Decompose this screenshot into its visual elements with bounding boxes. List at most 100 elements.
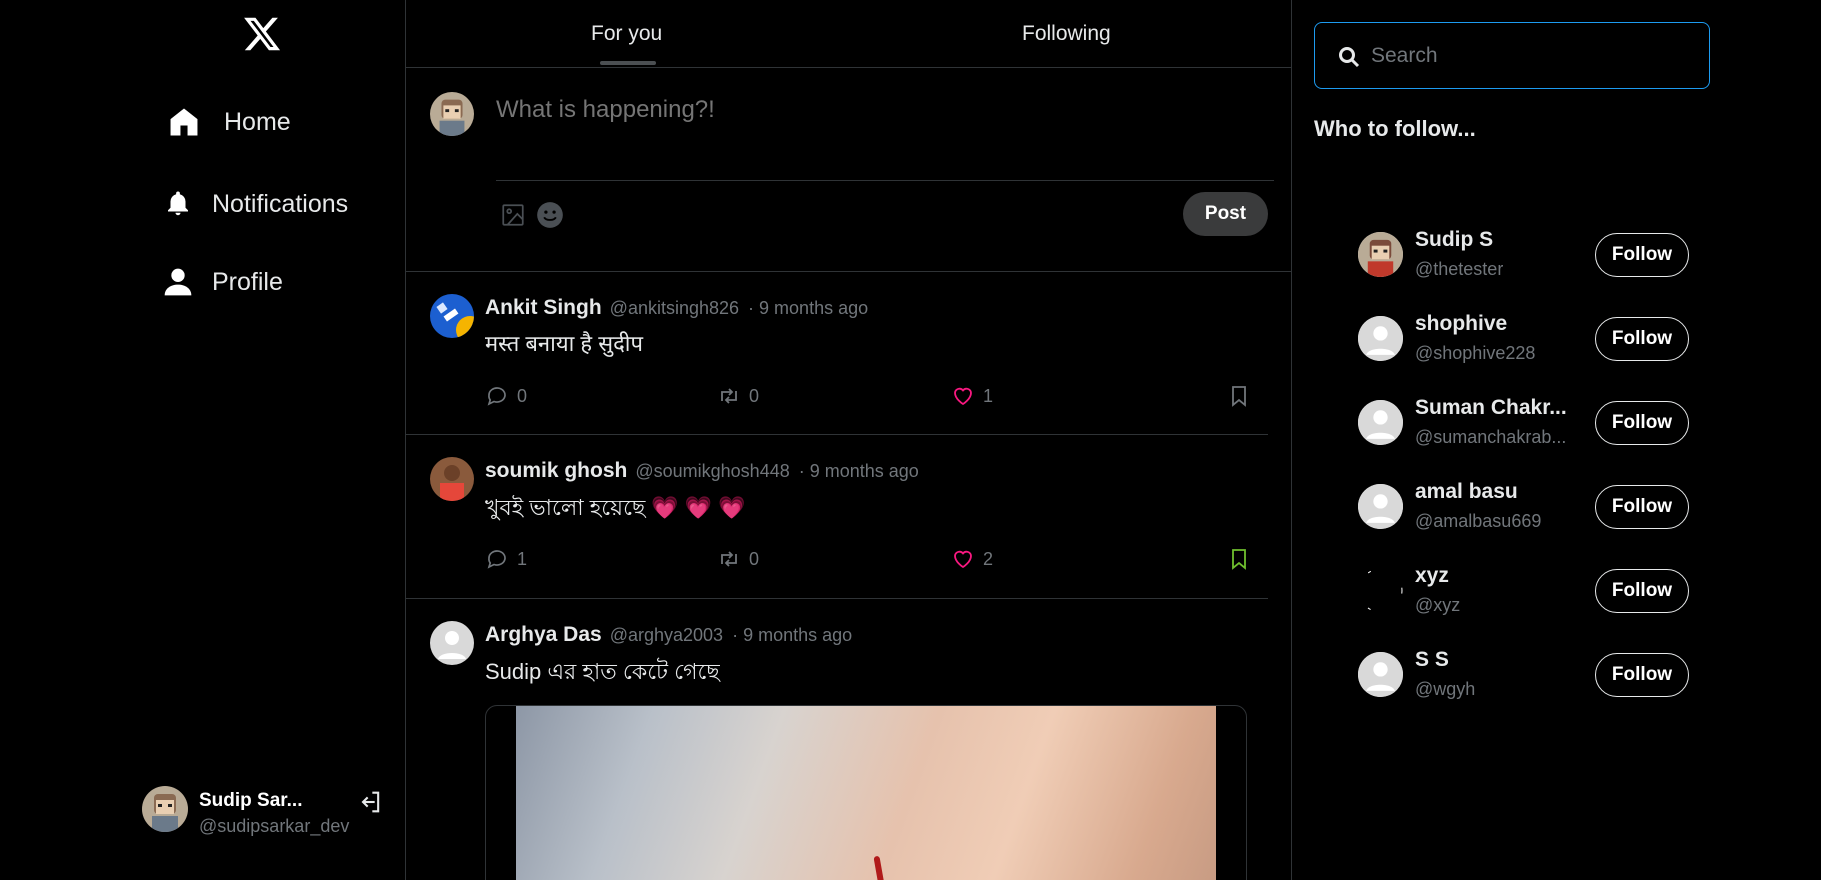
follow-suggestion[interactable]: Sudip S @thetester Follow [1358,222,1689,286]
compose-input[interactable] [496,96,1266,124]
tweet-meta: Arghya Das @arghya2003 · 9 months ago [485,623,852,647]
tweet-timestamp: · 9 months ago [748,298,869,318]
suggestion-name[interactable]: Sudip S [1415,228,1493,252]
tweet-avatar[interactable] [430,294,474,338]
tweet-meta: Ankit Singh @ankitsingh826 · 9 months ago [485,296,868,320]
retweet-count: 0 [749,548,760,569]
nav-notifications[interactable]: Notifications [160,186,348,222]
tweet-avatar[interactable] [430,457,474,501]
logout-icon[interactable] [356,788,384,816]
feed-tabs: For you Following [406,0,1292,68]
like-count: 2 [983,548,994,569]
retweet-icon [721,388,737,404]
suggestion-handle: @wgyh [1415,679,1476,699]
tweet-author-name[interactable]: soumik ghosh [485,459,627,482]
tweet-author-name[interactable]: Arghya Das [485,623,602,646]
nav-home[interactable]: Home [166,104,291,140]
bookmark-button[interactable] [1227,547,1251,571]
tweet-author-name[interactable]: Ankit Singh [485,296,602,319]
suggestion-avatar [1358,652,1403,697]
person-icon [160,264,196,300]
retweet-icon [721,551,737,567]
left-sidebar: Home Notifications Profile Sudip Sar... … [0,0,406,880]
right-sidebar: Who to follow... Sudip S @thetester Foll… [1292,0,1821,880]
tweet-actions: 0 0 1 [485,384,1255,412]
account-name: Sudip Sar... [199,790,303,811]
follow-suggestion[interactable]: amal basu @amalbasu669 Follow [1358,474,1689,538]
search-input[interactable] [1371,41,1691,71]
tweet-author-handle[interactable]: @soumikghosh448 [635,461,789,481]
reply-button[interactable]: 0 [485,384,527,408]
tweet-photo [516,706,1216,880]
suggestion-handle: @thetester [1415,259,1504,279]
suggestion-name[interactable]: Suman Chakr... [1415,396,1567,420]
composer-divider [496,180,1274,181]
suggestion-handle: @amalbasu669 [1415,511,1542,531]
suggestion-avatar [1358,568,1403,613]
tweet-item[interactable]: soumik ghosh @soumikghosh448 · 9 months a… [406,435,1268,599]
tweet-item[interactable]: Ankit Singh @ankitsingh826 · 9 months ago… [406,272,1268,435]
reply-icon [487,387,506,406]
reply-count: 0 [517,385,528,406]
tweet-timestamp: · 9 months ago [732,625,853,645]
follow-button[interactable]: Follow [1595,569,1689,613]
image-upload-icon[interactable] [500,202,526,228]
tweet-item[interactable]: Arghya Das @arghya2003 · 9 months ago Sud… [406,599,1268,880]
tweet-timestamp: · 9 months ago [798,461,919,481]
tweet-avatar[interactable] [430,621,474,665]
search-icon [1339,47,1360,68]
suggestion-name[interactable]: S S [1415,648,1449,672]
like-button[interactable]: 1 [951,384,993,408]
reply-count: 1 [517,548,528,569]
active-tab-indicator [600,61,656,65]
follow-suggestion[interactable]: Suman Chakr... @sumanchakrab... Follow [1358,390,1689,454]
composer-avatar [430,92,474,136]
bookmark-icon [1232,386,1246,407]
like-count: 1 [983,385,994,406]
follow-button[interactable]: Follow [1595,317,1689,361]
like-button[interactable]: 2 [951,547,993,571]
retweet-count: 0 [749,385,760,406]
x-logo-icon[interactable] [242,14,282,54]
tweet-meta: soumik ghosh @soumikghosh448 · 9 months a… [485,459,919,483]
reply-button[interactable]: 1 [485,547,527,571]
heart-icon [954,550,972,569]
tweet-author-handle[interactable]: @arghya2003 [610,625,723,645]
bell-icon [160,186,196,222]
follow-suggestion[interactable]: xyz @xyz Follow [1358,558,1689,622]
reply-icon [487,550,506,569]
tweet-text: मस्त बनाया है सुदीप [485,331,643,356]
suggestion-handle: @sumanchakrab... [1415,427,1567,447]
tweet-text: Sudip এর হাত কেটে গেছে [485,659,720,684]
nav-profile[interactable]: Profile [160,264,283,300]
suggestion-handle: @shophive228 [1415,343,1536,363]
bookmark-button[interactable] [1227,384,1251,408]
follow-button[interactable]: Follow [1595,653,1689,697]
suggestion-avatar [1358,232,1403,277]
account-switcher[interactable]: Sudip Sar... @sudipsarkar_dev [142,784,384,836]
follow-button[interactable]: Follow [1595,233,1689,277]
follow-suggestion[interactable]: S S @wgyh Follow [1358,642,1689,706]
suggestion-avatar [1358,316,1403,361]
tweet-author-handle[interactable]: @ankitsingh826 [610,298,739,318]
suggestion-name[interactable]: shophive [1415,312,1507,336]
suggestion-name[interactable]: amal basu [1415,480,1518,504]
follow-suggestion[interactable]: shophive @shophive228 Follow [1358,306,1689,370]
who-to-follow-title: Who to follow... [1314,116,1476,141]
retweet-button[interactable]: 0 [717,547,759,571]
tweet-actions: 1 0 2 [485,547,1255,575]
follow-button[interactable]: Follow [1595,401,1689,445]
search-box[interactable] [1314,22,1710,89]
tab-following[interactable]: Following [1022,22,1111,46]
retweet-button[interactable]: 0 [717,384,759,408]
tweet-media[interactable] [485,705,1247,880]
home-icon [166,104,202,140]
post-button[interactable]: Post [1183,192,1268,236]
nav-profile-label: Profile [212,267,283,296]
suggestion-handle: @xyz [1415,595,1461,615]
tab-for-you[interactable]: For you [591,22,662,46]
emoji-icon[interactable] [536,201,564,229]
suggestion-name[interactable]: xyz [1415,564,1449,588]
follow-button[interactable]: Follow [1595,485,1689,529]
suggestion-avatar [1358,400,1403,445]
